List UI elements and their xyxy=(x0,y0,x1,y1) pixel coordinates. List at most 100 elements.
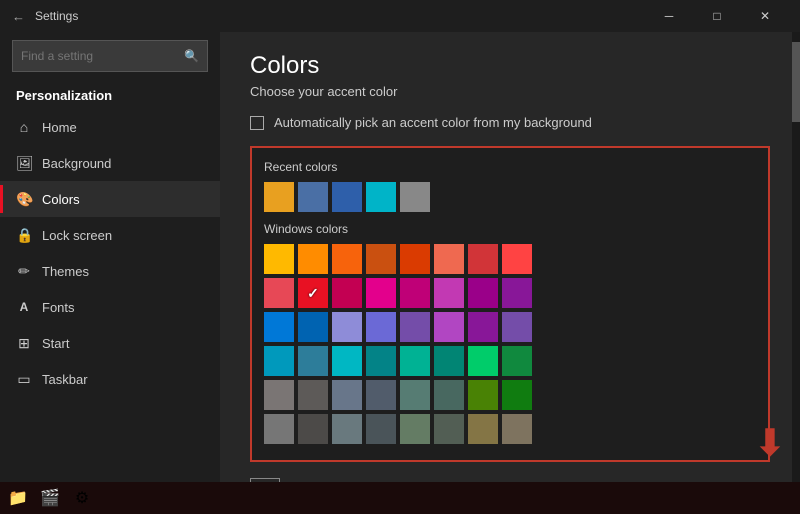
windows-colors-grid xyxy=(264,244,756,444)
windows-color-swatch[interactable] xyxy=(502,414,532,444)
windows-color-swatch[interactable] xyxy=(332,278,362,308)
sidebar-item-label: Fonts xyxy=(42,300,75,315)
sidebar-item-lock-screen[interactable]: 🔒 Lock screen xyxy=(0,217,220,253)
sidebar-item-fonts[interactable]: A Fonts xyxy=(0,289,220,325)
sidebar-item-home[interactable]: ⌂ Home xyxy=(0,109,220,145)
windows-color-swatch[interactable] xyxy=(366,312,396,342)
windows-color-swatch[interactable] xyxy=(434,380,464,410)
recent-color-swatch[interactable] xyxy=(400,182,430,212)
title-bar: ← Settings ─ □ ✕ xyxy=(0,0,800,32)
windows-color-swatch[interactable] xyxy=(332,346,362,376)
taskbar-settings-icon[interactable]: ⚙ xyxy=(68,484,96,512)
windows-color-swatch[interactable] xyxy=(468,346,498,376)
sidebar-item-label: Themes xyxy=(42,264,89,279)
back-button[interactable]: ← xyxy=(12,9,25,24)
windows-color-swatch[interactable] xyxy=(332,414,362,444)
windows-color-swatch[interactable] xyxy=(264,278,294,308)
recent-color-swatch[interactable] xyxy=(298,182,328,212)
close-button[interactable]: ✕ xyxy=(742,0,788,32)
windows-color-swatch[interactable] xyxy=(298,380,328,410)
windows-color-swatch[interactable] xyxy=(366,346,396,376)
windows-color-swatch[interactable] xyxy=(264,414,294,444)
windows-color-swatch[interactable] xyxy=(434,312,464,342)
sidebar-item-label: Lock screen xyxy=(42,228,112,243)
windows-color-swatch[interactable] xyxy=(468,414,498,444)
windows-color-swatch[interactable] xyxy=(502,346,532,376)
taskbar-icon: ▭ xyxy=(16,371,32,388)
windows-color-swatch[interactable] xyxy=(400,380,430,410)
search-box[interactable]: 🔍 xyxy=(12,40,208,72)
arrow-indicator: ⬇ xyxy=(755,422,785,464)
windows-color-swatch[interactable] xyxy=(332,244,362,274)
recent-color-swatch[interactable] xyxy=(264,182,294,212)
search-icon: 🔍 xyxy=(184,49,199,63)
recent-color-swatch[interactable] xyxy=(366,182,396,212)
sidebar: 🔍 Personalization ⌂ Home 🖼 Background 🎨 … xyxy=(0,32,220,482)
sidebar-item-background[interactable]: 🖼 Background xyxy=(0,145,220,181)
auto-pick-row: Automatically pick an accent color from … xyxy=(250,115,770,130)
windows-color-swatch[interactable] xyxy=(400,414,430,444)
auto-pick-label: Automatically pick an accent color from … xyxy=(274,115,592,130)
windows-color-swatch[interactable] xyxy=(502,278,532,308)
windows-color-swatch[interactable] xyxy=(264,380,294,410)
windows-color-swatch[interactable] xyxy=(400,346,430,376)
windows-color-swatch[interactable] xyxy=(264,244,294,274)
windows-color-swatch[interactable] xyxy=(366,278,396,308)
recent-colors-row xyxy=(264,182,756,212)
windows-color-swatch[interactable] xyxy=(434,346,464,376)
scroll-thumb[interactable] xyxy=(792,42,800,122)
lock-icon: 🔒 xyxy=(16,227,32,244)
fonts-icon: A xyxy=(16,300,32,314)
windows-color-swatch[interactable] xyxy=(434,414,464,444)
taskbar-folder-icon[interactable]: 📁 xyxy=(4,484,32,512)
palette-box: Recent colors Windows colors xyxy=(250,146,770,462)
colors-icon: 🎨 xyxy=(16,191,32,208)
windows-color-swatch[interactable] xyxy=(298,278,328,308)
windows-color-swatch[interactable] xyxy=(400,312,430,342)
windows-color-swatch[interactable] xyxy=(366,244,396,274)
windows-color-swatch[interactable] xyxy=(400,278,430,308)
windows-color-swatch[interactable] xyxy=(400,244,430,274)
windows-color-swatch[interactable] xyxy=(264,312,294,342)
windows-color-swatch[interactable] xyxy=(502,244,532,274)
taskbar: 📁 🎬 ⚙ xyxy=(0,482,800,514)
windows-color-swatch[interactable] xyxy=(366,414,396,444)
windows-color-swatch[interactable] xyxy=(468,380,498,410)
sidebar-item-start[interactable]: ⊞ Start xyxy=(0,325,220,361)
windows-color-swatch[interactable] xyxy=(298,414,328,444)
page-subtitle: Choose your accent color xyxy=(250,84,770,99)
minimize-button[interactable]: ─ xyxy=(646,0,692,32)
windows-color-swatch[interactable] xyxy=(366,380,396,410)
maximize-button[interactable]: □ xyxy=(694,0,740,32)
background-icon: 🖼 xyxy=(16,155,32,172)
sidebar-item-label: Home xyxy=(42,120,77,135)
windows-color-swatch[interactable] xyxy=(468,278,498,308)
sidebar-item-label: Background xyxy=(42,156,111,171)
sidebar-item-themes[interactable]: ✏ Themes xyxy=(0,253,220,289)
windows-color-swatch[interactable] xyxy=(468,244,498,274)
windows-color-swatch[interactable] xyxy=(434,278,464,308)
windows-color-swatch[interactable] xyxy=(332,380,362,410)
windows-color-swatch[interactable] xyxy=(332,312,362,342)
sidebar-item-label: Taskbar xyxy=(42,372,88,387)
windows-color-swatch[interactable] xyxy=(468,312,498,342)
page-title: Colors xyxy=(250,52,770,80)
windows-color-swatch[interactable] xyxy=(502,380,532,410)
start-icon: ⊞ xyxy=(16,335,32,352)
windows-color-swatch[interactable] xyxy=(502,312,532,342)
sidebar-item-colors[interactable]: 🎨 Colors xyxy=(0,181,220,217)
recent-color-swatch[interactable] xyxy=(332,182,362,212)
recent-colors-title: Recent colors xyxy=(264,160,756,174)
auto-pick-checkbox[interactable] xyxy=(250,116,264,130)
windows-color-swatch[interactable] xyxy=(298,346,328,376)
sidebar-item-taskbar[interactable]: ▭ Taskbar xyxy=(0,361,220,397)
windows-color-swatch[interactable] xyxy=(298,312,328,342)
taskbar-media-icon[interactable]: 🎬 xyxy=(36,484,64,512)
windows-color-swatch[interactable] xyxy=(264,346,294,376)
windows-color-swatch[interactable] xyxy=(298,244,328,274)
title-bar-title: Settings xyxy=(35,9,78,23)
window-controls: ─ □ ✕ xyxy=(646,0,788,32)
search-input[interactable] xyxy=(21,49,184,63)
sidebar-item-label: Colors xyxy=(42,192,80,207)
windows-color-swatch[interactable] xyxy=(434,244,464,274)
